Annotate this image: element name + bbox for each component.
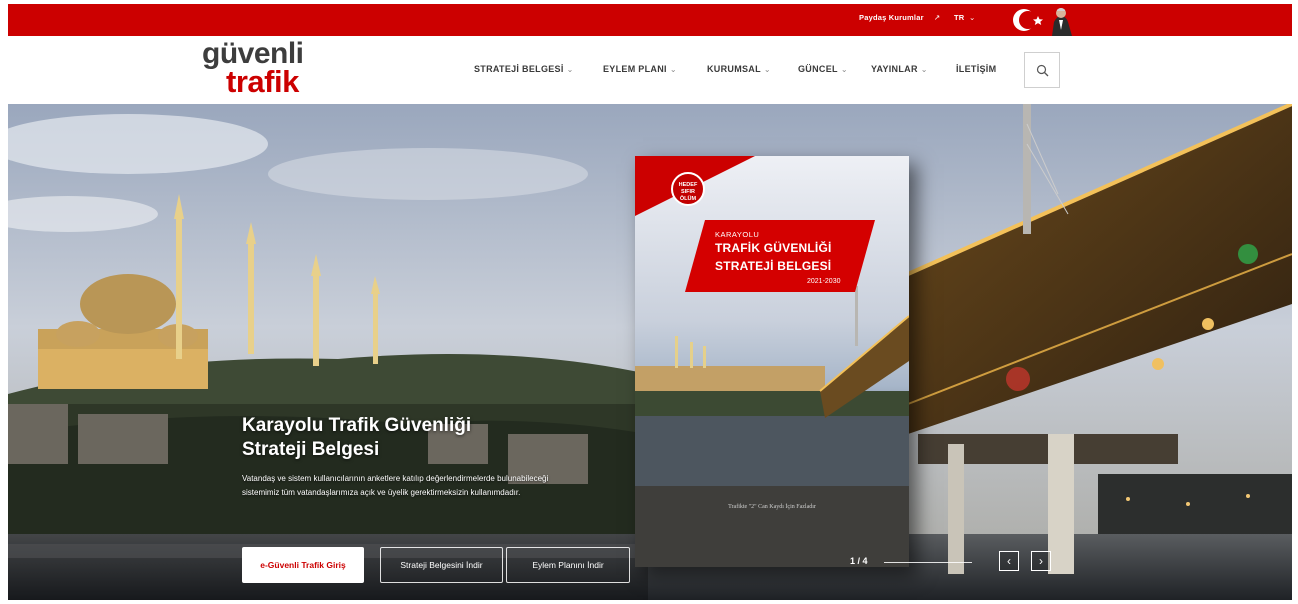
turkish-flag-crescent-star-icon [1004,4,1078,36]
chevron-down-icon: ⌄ [763,65,771,74]
chevron-left-icon: ‹ [1007,554,1011,568]
site-header: güvenli trafik STRATEJİ BELGESİ ⌄ EYLEM P… [8,36,1292,104]
nav-label: STRATEJİ BELGESİ [474,64,564,74]
book-footer-text: Trafikte "2" Can Kaydı İçin Fazladır [728,504,816,510]
language-selector[interactable]: TR [954,13,964,22]
chevron-down-icon: ⌄ [920,65,928,74]
nav-label: GÜNCEL [798,64,838,74]
search-icon [1036,64,1049,77]
download-action-plan-button[interactable]: Eylem Planını İndir [506,547,630,583]
site-logo[interactable]: güvenli trafik [198,38,338,102]
nav-item-kurumsal[interactable]: KURUMSAL ⌄ [707,64,771,74]
nav-item-strateji-belgesi[interactable]: STRATEJİ BELGESİ ⌄ [474,64,574,74]
chevron-right-icon: › [1039,554,1043,568]
book-title-line1: KARAYOLU [715,230,760,239]
nav-item-eylem-plani[interactable]: EYLEM PLANI ⌄ [603,64,677,74]
chevron-down-icon: ⌄ [669,65,677,74]
download-strategy-button[interactable]: Strateji Belgesini İndir [380,547,503,583]
nav-item-yayinlar[interactable]: YAYINLAR ⌄ [871,64,928,74]
nav-item-guncel[interactable]: GÜNCEL ⌄ [798,64,848,74]
nav-label: İLETİŞİM [956,64,997,74]
book-badge: HEDEF SIFIR ÖLÜM [671,172,705,206]
chevron-down-icon: ⌄ [566,65,574,74]
book-years: 2021-2030 [807,278,841,285]
hero-title: Karayolu Trafik Güvenliği Strateji Belge… [242,414,542,462]
hero-description: Vatandaş ve sistem kullanıcılarının anke… [242,474,549,497]
slider-pagination: 1 / 4 [850,556,868,566]
chevron-down-icon: ⌄ [840,65,848,74]
e-guvenli-trafik-login-button[interactable]: e-Güvenli Trafik Giriş [242,547,364,583]
strategy-document-cover: HEDEF SIFIR ÖLÜM KARAYOLU TRAFİK GÜVENLİ… [635,156,909,567]
search-button[interactable] [1024,52,1060,88]
chevron-down-icon[interactable]: ⌄ [969,13,975,22]
book-title-banner [685,220,875,292]
slider-next-button[interactable]: › [1031,551,1051,571]
book-title-line3: STRATEJİ BELGESİ [715,259,832,273]
hero-title-line1: Karayolu Trafik Güvenliği [242,415,472,436]
nav-item-iletisim[interactable]: İLETİŞİM [956,64,996,74]
slider-progress-line [884,562,972,563]
nav-label: KURUMSAL [707,64,761,74]
hero-title-line2: Strateji Belgesi [242,439,380,460]
slider-prev-button[interactable]: ‹ [999,551,1019,571]
nav-label: YAYINLAR [871,64,918,74]
stakeholders-link[interactable]: Paydaş Kurumlar [859,13,924,22]
external-link-icon[interactable]: ↗ [934,13,940,22]
hero-slider: HEDEF SIFIR ÖLÜM KARAYOLU TRAFİK GÜVENLİ… [8,104,1292,600]
book-title-line2: TRAFİK GÜVENLİĞİ [715,241,832,255]
top-utility-bar: Paydaş Kurumlar ↗ TR ⌄ [8,4,1292,36]
nav-label: EYLEM PLANI [603,64,667,74]
logo-text-trafik: trafik [226,64,299,99]
